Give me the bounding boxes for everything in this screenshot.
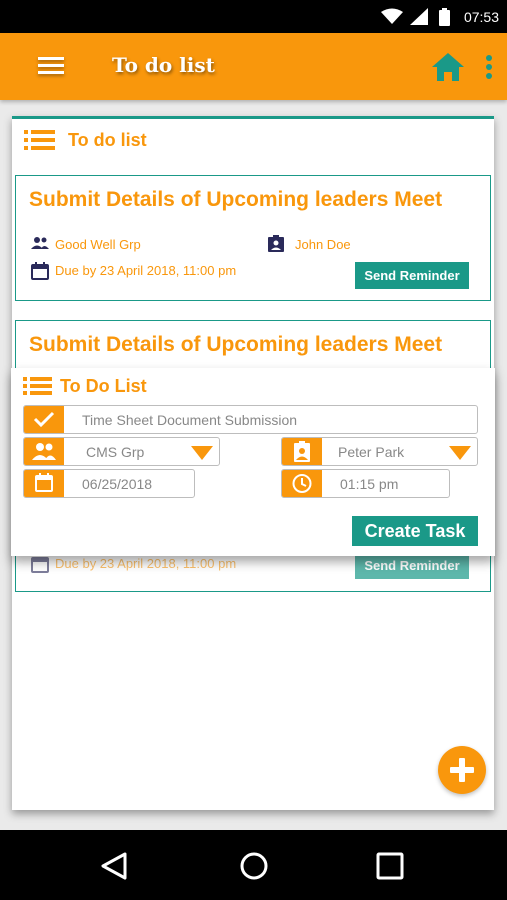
assignee-dropdown[interactable]: Peter Park [281, 437, 478, 466]
calendar-icon [24, 470, 64, 497]
wifi-icon [381, 8, 403, 30]
panel-title: To do list [68, 130, 147, 150]
task-due: Due by 23 April 2018, 11:00 pm [55, 556, 237, 571]
app-title: To do list [112, 53, 215, 77]
add-task-fab[interactable] [438, 746, 486, 794]
back-icon[interactable] [99, 850, 131, 882]
send-reminder-button[interactable]: Send Reminder [355, 552, 469, 579]
hamburger-menu-icon[interactable] [36, 53, 66, 79]
task-name-value: Time Sheet Document Submission [82, 412, 298, 428]
time-value: 01:15 pm [340, 476, 399, 492]
group-icon [31, 236, 49, 255]
system-nav-bar [0, 830, 507, 900]
status-time: 07:53 [463, 9, 499, 25]
assignee-badge-icon [282, 438, 322, 465]
chevron-down-icon[interactable] [449, 446, 471, 460]
group-value: CMS Grp [86, 444, 145, 460]
status-bar: 07:53 [0, 0, 507, 33]
group-icon [24, 438, 64, 465]
task-due: Due by 23 April 2018, 11:00 pm [55, 263, 237, 278]
app-bar: To do list [0, 33, 507, 100]
app-screen: 07:53 To do list To do list Submit Detai… [0, 0, 507, 900]
task-title: Submit Details of Upcoming leaders Meet [29, 188, 443, 211]
more-vertical-icon[interactable] [482, 55, 496, 83]
time-field[interactable]: 01:15 pm [281, 469, 450, 498]
create-task-form: To Do List Time Sheet Document Submissio… [11, 368, 495, 556]
task-card[interactable]: Submit Details of Upcoming leaders Meet … [15, 175, 491, 301]
assignee-value: Peter Park [338, 444, 405, 460]
calendar-icon [31, 262, 49, 285]
assignee-badge-icon [267, 235, 285, 257]
form-title: To Do List [60, 376, 147, 396]
home-nav-icon[interactable] [238, 850, 270, 882]
send-reminder-button[interactable]: Send Reminder [355, 262, 469, 289]
recents-icon[interactable] [374, 850, 406, 882]
signal-icon [410, 8, 428, 30]
task-name-field[interactable]: Time Sheet Document Submission [23, 405, 478, 434]
battery-icon [439, 8, 450, 31]
date-value: 06/25/2018 [82, 476, 153, 492]
checkmark-icon [24, 406, 64, 433]
chevron-down-icon[interactable] [191, 446, 213, 460]
create-task-button[interactable]: Create Task [352, 516, 478, 546]
task-group: Good Well Grp [55, 237, 141, 252]
task-title: Submit Details of Upcoming leaders Meet [29, 333, 443, 356]
clock-icon [282, 470, 322, 497]
task-assignee: John Doe [295, 237, 351, 252]
date-field[interactable]: 06/25/2018 [23, 469, 195, 498]
list-icon [23, 377, 52, 400]
list-icon [24, 129, 56, 157]
group-dropdown[interactable]: CMS Grp [23, 437, 220, 466]
calendar-icon [31, 555, 49, 578]
plus-icon [450, 758, 474, 782]
home-icon[interactable] [430, 51, 466, 83]
